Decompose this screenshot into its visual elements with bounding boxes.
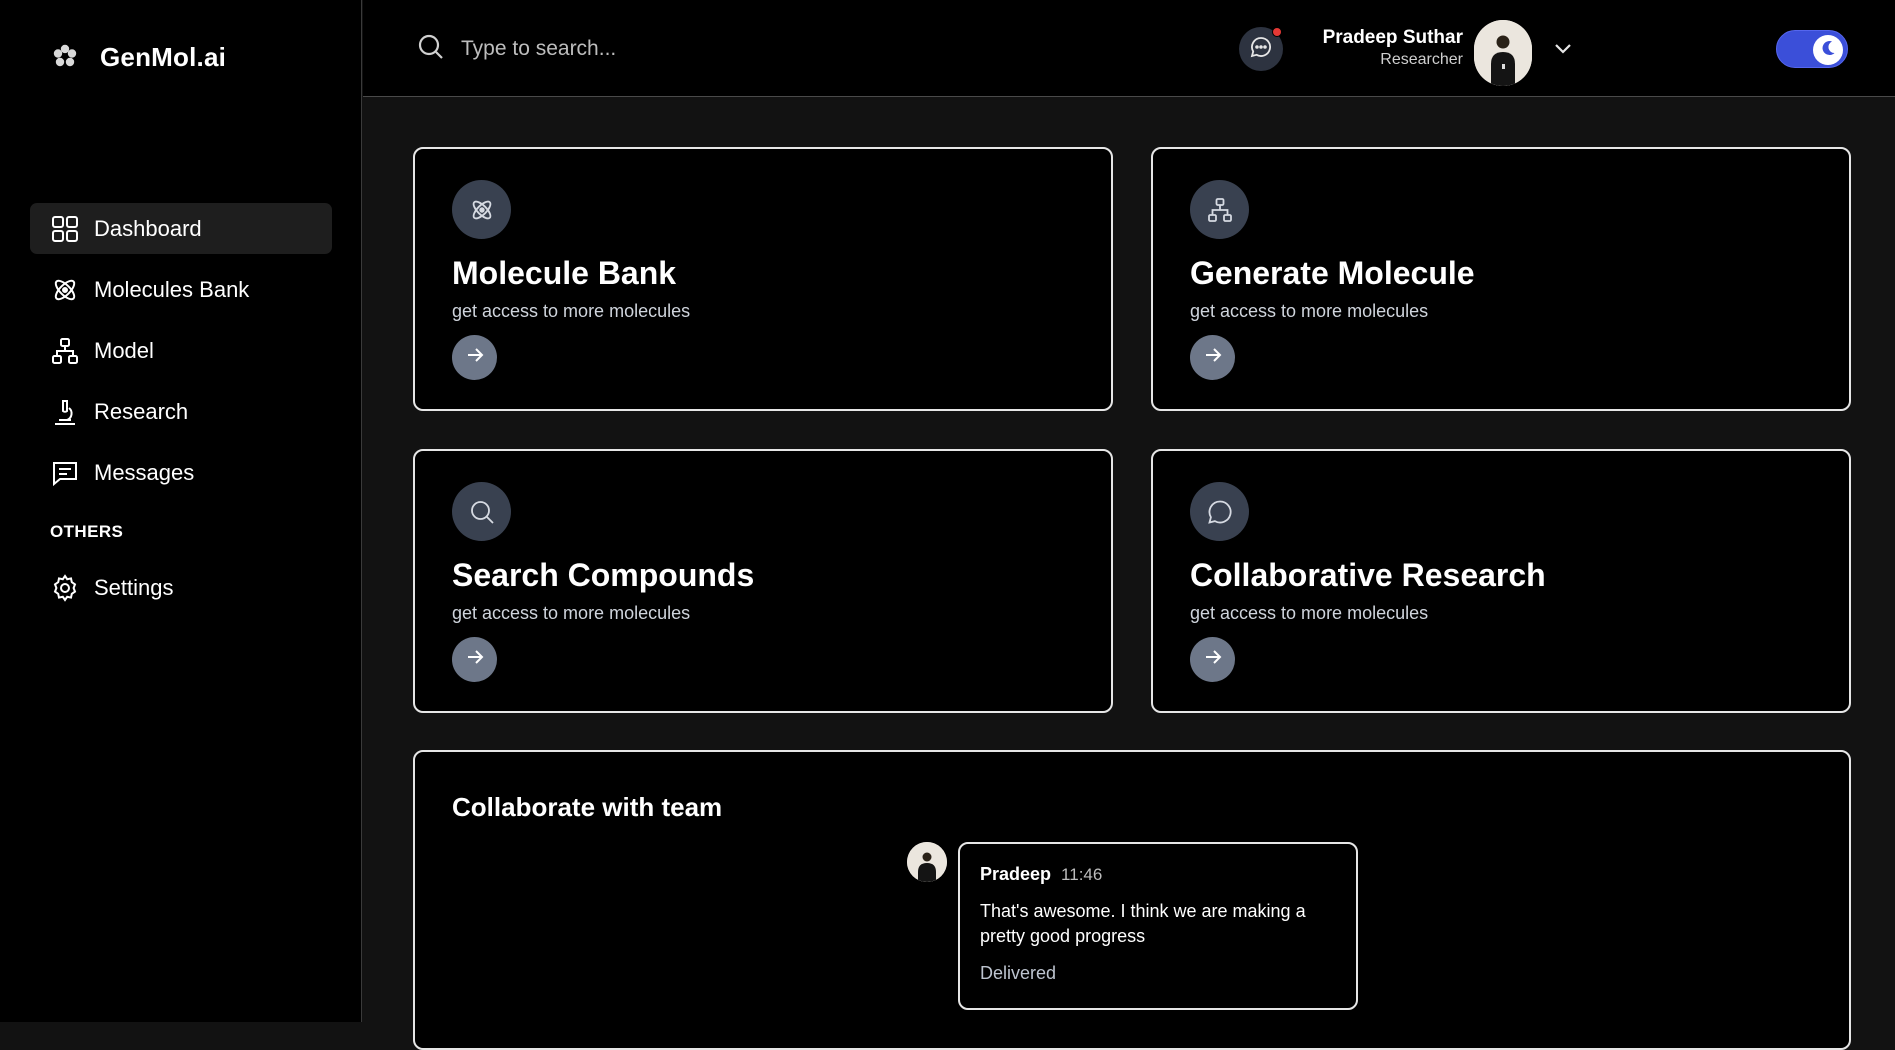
sidebar-nav: Dashboard Molecules Bank Model Research … [30, 203, 332, 623]
message-time: 11:46 [1061, 865, 1103, 884]
atom-icon [452, 180, 511, 239]
chevron-down-icon[interactable] [1551, 36, 1575, 60]
sidebar-item-molecules-bank[interactable]: Molecules Bank [30, 264, 332, 315]
chat-icon [1190, 482, 1249, 541]
sidebar: GenMol.ai Dashboard Molecules Bank Model… [0, 0, 362, 1022]
sidebar-item-label: Settings [94, 574, 174, 600]
brand[interactable]: GenMol.ai [48, 40, 226, 74]
hierarchy-icon [1190, 180, 1249, 239]
sidebar-item-settings[interactable]: Settings [30, 562, 332, 613]
arrow-right-button[interactable] [1190, 637, 1235, 682]
card-subtitle: get access to more molecules [452, 301, 691, 321]
others-section-label: OTHERS [50, 522, 124, 541]
collaborate-title: Collaborate with team [452, 792, 723, 822]
sidebar-item-research[interactable]: Research [30, 386, 332, 437]
notifications-button[interactable] [1239, 27, 1283, 71]
card-subtitle: get access to more molecules [1190, 301, 1429, 321]
card-generate-molecule[interactable]: Generate Molecule get access to more mol… [1151, 147, 1851, 411]
flower-icon [48, 40, 82, 74]
sidebar-item-label: Dashboard [94, 215, 202, 241]
microscope-icon [50, 397, 80, 427]
user-role: Researcher [1380, 51, 1463, 68]
sidebar-item-dashboard[interactable]: Dashboard [30, 203, 332, 254]
message-author: Pradeep [980, 864, 1052, 884]
message-bubble[interactable]: Pradeep 11:46 That's awesome. I think we… [958, 842, 1358, 1010]
sidebar-item-messages[interactable]: Messages [30, 447, 332, 498]
message-avatar [907, 842, 947, 882]
grid-icon [50, 214, 80, 244]
gear-icon [50, 573, 80, 603]
card-title: Generate Molecule [1190, 255, 1475, 291]
search-bar[interactable] [417, 30, 837, 68]
hierarchy-icon [50, 336, 80, 366]
card-title: Molecule Bank [452, 255, 677, 291]
card-title: Search Compounds [452, 557, 755, 593]
arrow-right-button[interactable] [1190, 335, 1235, 380]
sidebar-item-label: Research [94, 398, 189, 424]
search-input[interactable] [459, 36, 819, 62]
arrow-right-icon [464, 344, 486, 371]
atom-icon [50, 275, 80, 305]
message-icon [50, 458, 80, 488]
sidebar-item-model[interactable]: Model [30, 325, 332, 376]
message-header: Pradeep 11:46 [980, 864, 1336, 885]
arrow-right-icon [464, 646, 486, 673]
sidebar-item-label: Model [94, 337, 154, 363]
user-info[interactable]: Pradeep Suthar Researcher [1313, 26, 1463, 70]
card-title: Collaborative Research [1190, 557, 1546, 593]
card-collaborative-research[interactable]: Collaborative Research get access to mor… [1151, 449, 1851, 713]
arrow-right-icon [1202, 646, 1224, 673]
arrow-right-button[interactable] [452, 335, 497, 380]
search-icon [417, 33, 445, 66]
avatar[interactable] [1474, 20, 1532, 86]
top-header: Pradeep Suthar Researcher [363, 0, 1895, 97]
brand-name: GenMol.ai [100, 41, 227, 72]
user-name: Pradeep Suthar [1322, 27, 1463, 48]
card-molecule-bank[interactable]: Molecule Bank get access to more molecul… [413, 147, 1113, 411]
sidebar-item-label: Molecules Bank [94, 276, 250, 302]
collaborate-panel: Collaborate with team Pradeep 11:46 That… [413, 750, 1851, 1050]
moon-icon [1818, 38, 1838, 63]
sidebar-item-label: Messages [94, 459, 195, 485]
dark-mode-toggle[interactable] [1776, 30, 1848, 68]
card-search-compounds[interactable]: Search Compounds get access to more mole… [413, 449, 1113, 713]
arrow-right-button[interactable] [452, 637, 497, 682]
chat-bubble-icon [1249, 35, 1273, 64]
card-subtitle: get access to more molecules [1190, 603, 1429, 623]
card-subtitle: get access to more molecules [452, 603, 691, 623]
search-icon [452, 482, 511, 541]
notification-dot [1272, 27, 1282, 37]
arrow-right-icon [1202, 344, 1224, 371]
toggle-knob [1813, 35, 1843, 65]
message-status: Delivered [980, 963, 1057, 983]
message-text: That's awesome. I think we are making a … [980, 901, 1306, 946]
